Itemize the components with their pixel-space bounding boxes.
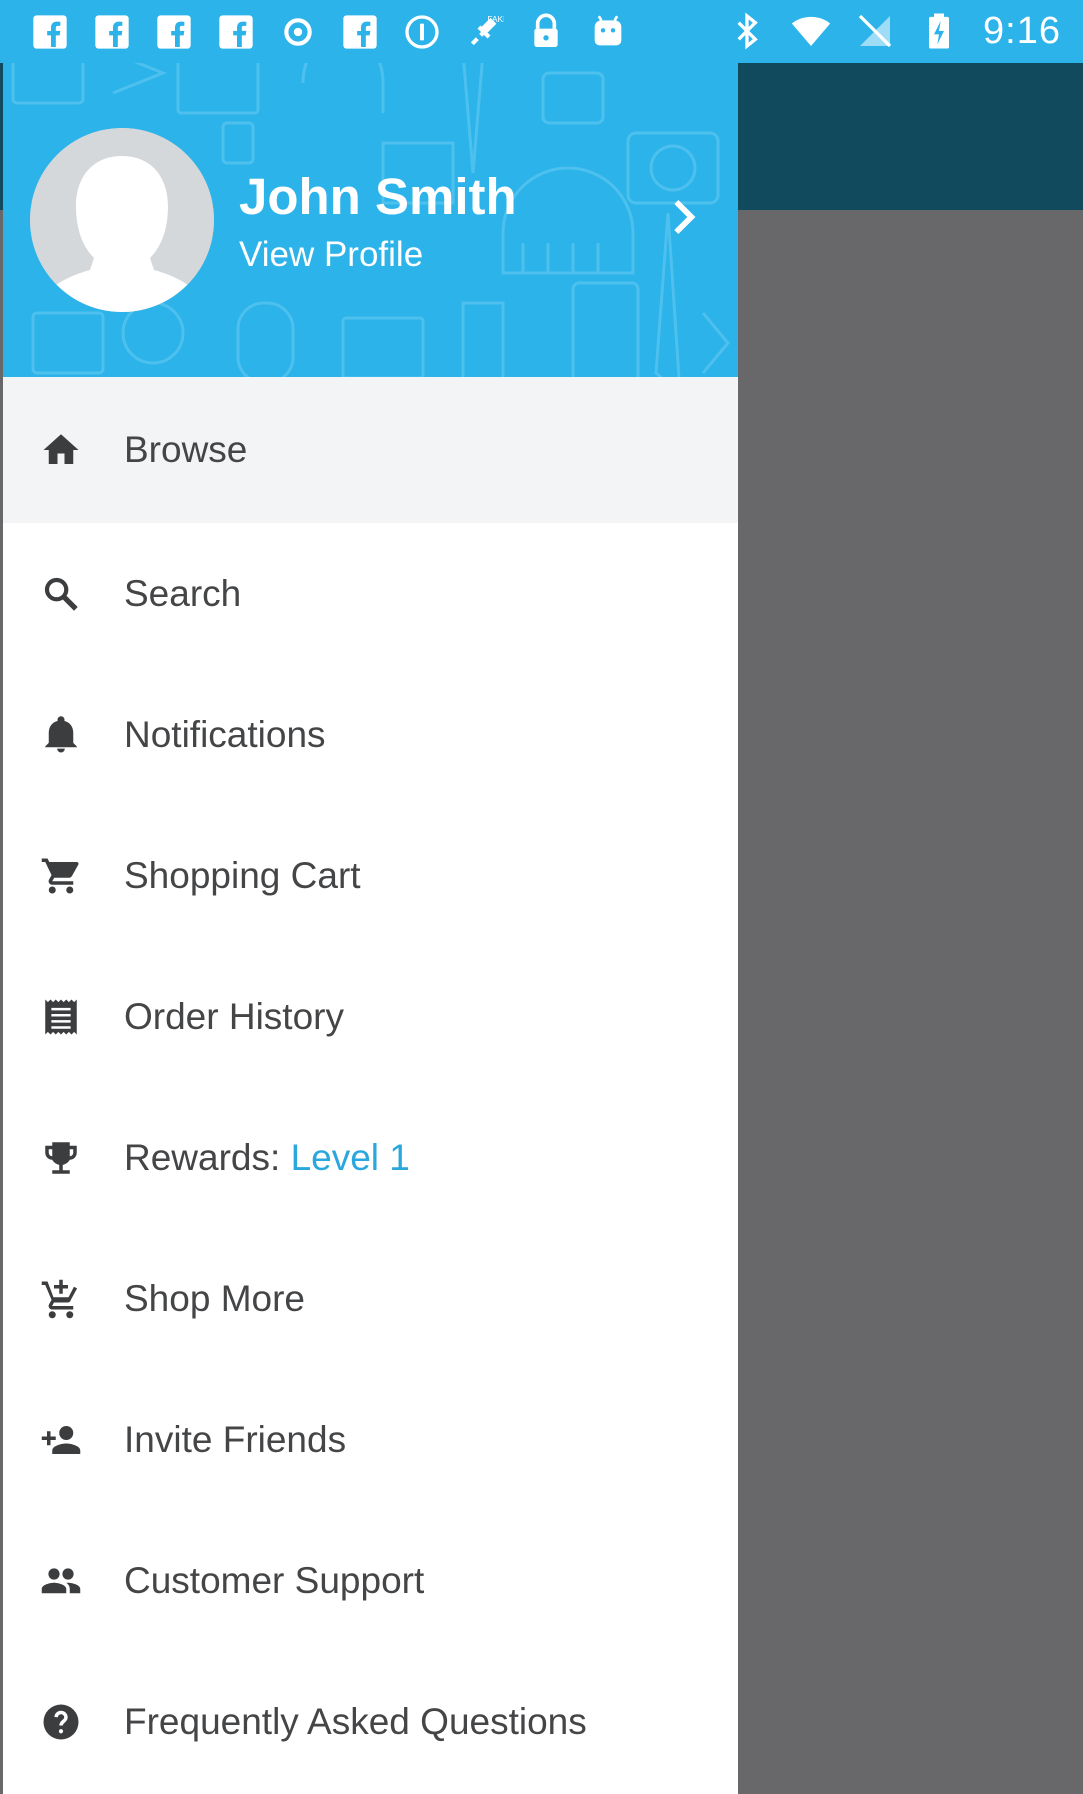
bell-icon: [45, 715, 77, 752]
menu-item-label: Invite Friends: [124, 1418, 347, 1460]
help-icon: [43, 1704, 79, 1739]
menu-item-notifications[interactable]: Notifications: [3, 664, 738, 805]
no-signal-icon: [858, 14, 892, 48]
menu-item-label: Browse: [124, 429, 248, 470]
chevron-right-icon[interactable]: [663, 197, 703, 237]
default-avatar-silhouette-icon: [30, 128, 214, 312]
menu-item-order-history[interactable]: Order History: [3, 946, 738, 1087]
fake-gps-satellite-icon: FAKE: [470, 14, 504, 46]
menu-item-shop-more[interactable]: Shop More: [3, 1228, 738, 1369]
screen: FAKE 9:16: [0, 0, 1083, 1794]
menu-item-label: Shop More: [124, 1277, 305, 1319]
menu-item-search[interactable]: Search: [3, 523, 738, 664]
receipt-icon: [45, 999, 77, 1034]
user-name: John Smith: [239, 168, 517, 225]
menu-item-shopping-cart[interactable]: Shopping Cart: [3, 805, 738, 946]
android-icon: [594, 15, 622, 46]
menu-item-label: Search: [124, 572, 242, 614]
rewards-level: Level 1: [290, 1136, 410, 1178]
menu-item-label: Rewards: Level 1: [124, 1137, 410, 1179]
facebook-icon: [95, 15, 129, 49]
add-to-cart-icon: [41, 1279, 78, 1318]
drawer-scrim[interactable]: [738, 210, 1083, 1794]
avatar[interactable]: [30, 128, 214, 312]
search-icon: [44, 577, 78, 611]
person-add-icon: [41, 1425, 81, 1454]
menu-item-label: Customer Support: [124, 1559, 425, 1601]
status-bar: FAKE 9:16: [0, 0, 1083, 63]
menu-item-faq[interactable]: Frequently Asked Questions: [3, 1651, 738, 1792]
view-profile-link[interactable]: View Profile: [239, 235, 423, 275]
facebook-icon: [343, 15, 377, 49]
bluetooth-icon: [737, 12, 758, 50]
drawer-menu: Browse Search Notifications Shopping Car…: [3, 377, 738, 1792]
rewards-label: Rewards:: [124, 1136, 291, 1178]
status-system-icons: 9:16: [727, 8, 1061, 54]
cart-icon: [41, 858, 79, 893]
record-icon: [284, 18, 312, 46]
facebook-icon: [33, 15, 67, 49]
home-icon: [43, 434, 79, 464]
svg-text:FAKE: FAKE: [487, 14, 504, 24]
menu-item-label: Frequently Asked Questions: [124, 1700, 587, 1742]
drawer-profile-header[interactable]: John Smith View Profile: [3, 63, 738, 377]
menu-item-label: Notifications: [124, 713, 326, 755]
facebook-icon: [157, 15, 191, 49]
trophy-icon: [45, 1141, 77, 1174]
menu-item-customer-support[interactable]: Customer Support: [3, 1510, 738, 1651]
facebook-icon: [219, 15, 253, 49]
menu-item-invite-friends[interactable]: Invite Friends: [3, 1369, 738, 1510]
menu-item-label: Shopping Cart: [124, 854, 361, 896]
menu-item-browse[interactable]: Browse: [3, 377, 738, 523]
wifi-icon: [791, 16, 831, 46]
menu-item-rewards[interactable]: Rewards: Level 1: [3, 1087, 738, 1228]
navigation-drawer: John Smith View Profile Browse Search No…: [3, 63, 738, 1794]
battery-charging-icon: [929, 13, 950, 49]
status-time: 9:16: [983, 9, 1061, 52]
status-notification-icons: FAKE: [30, 10, 628, 54]
lock-icon: [534, 13, 558, 47]
info-icon: [405, 15, 439, 49]
people-icon: [41, 1567, 81, 1593]
menu-item-label: Order History: [124, 995, 344, 1037]
